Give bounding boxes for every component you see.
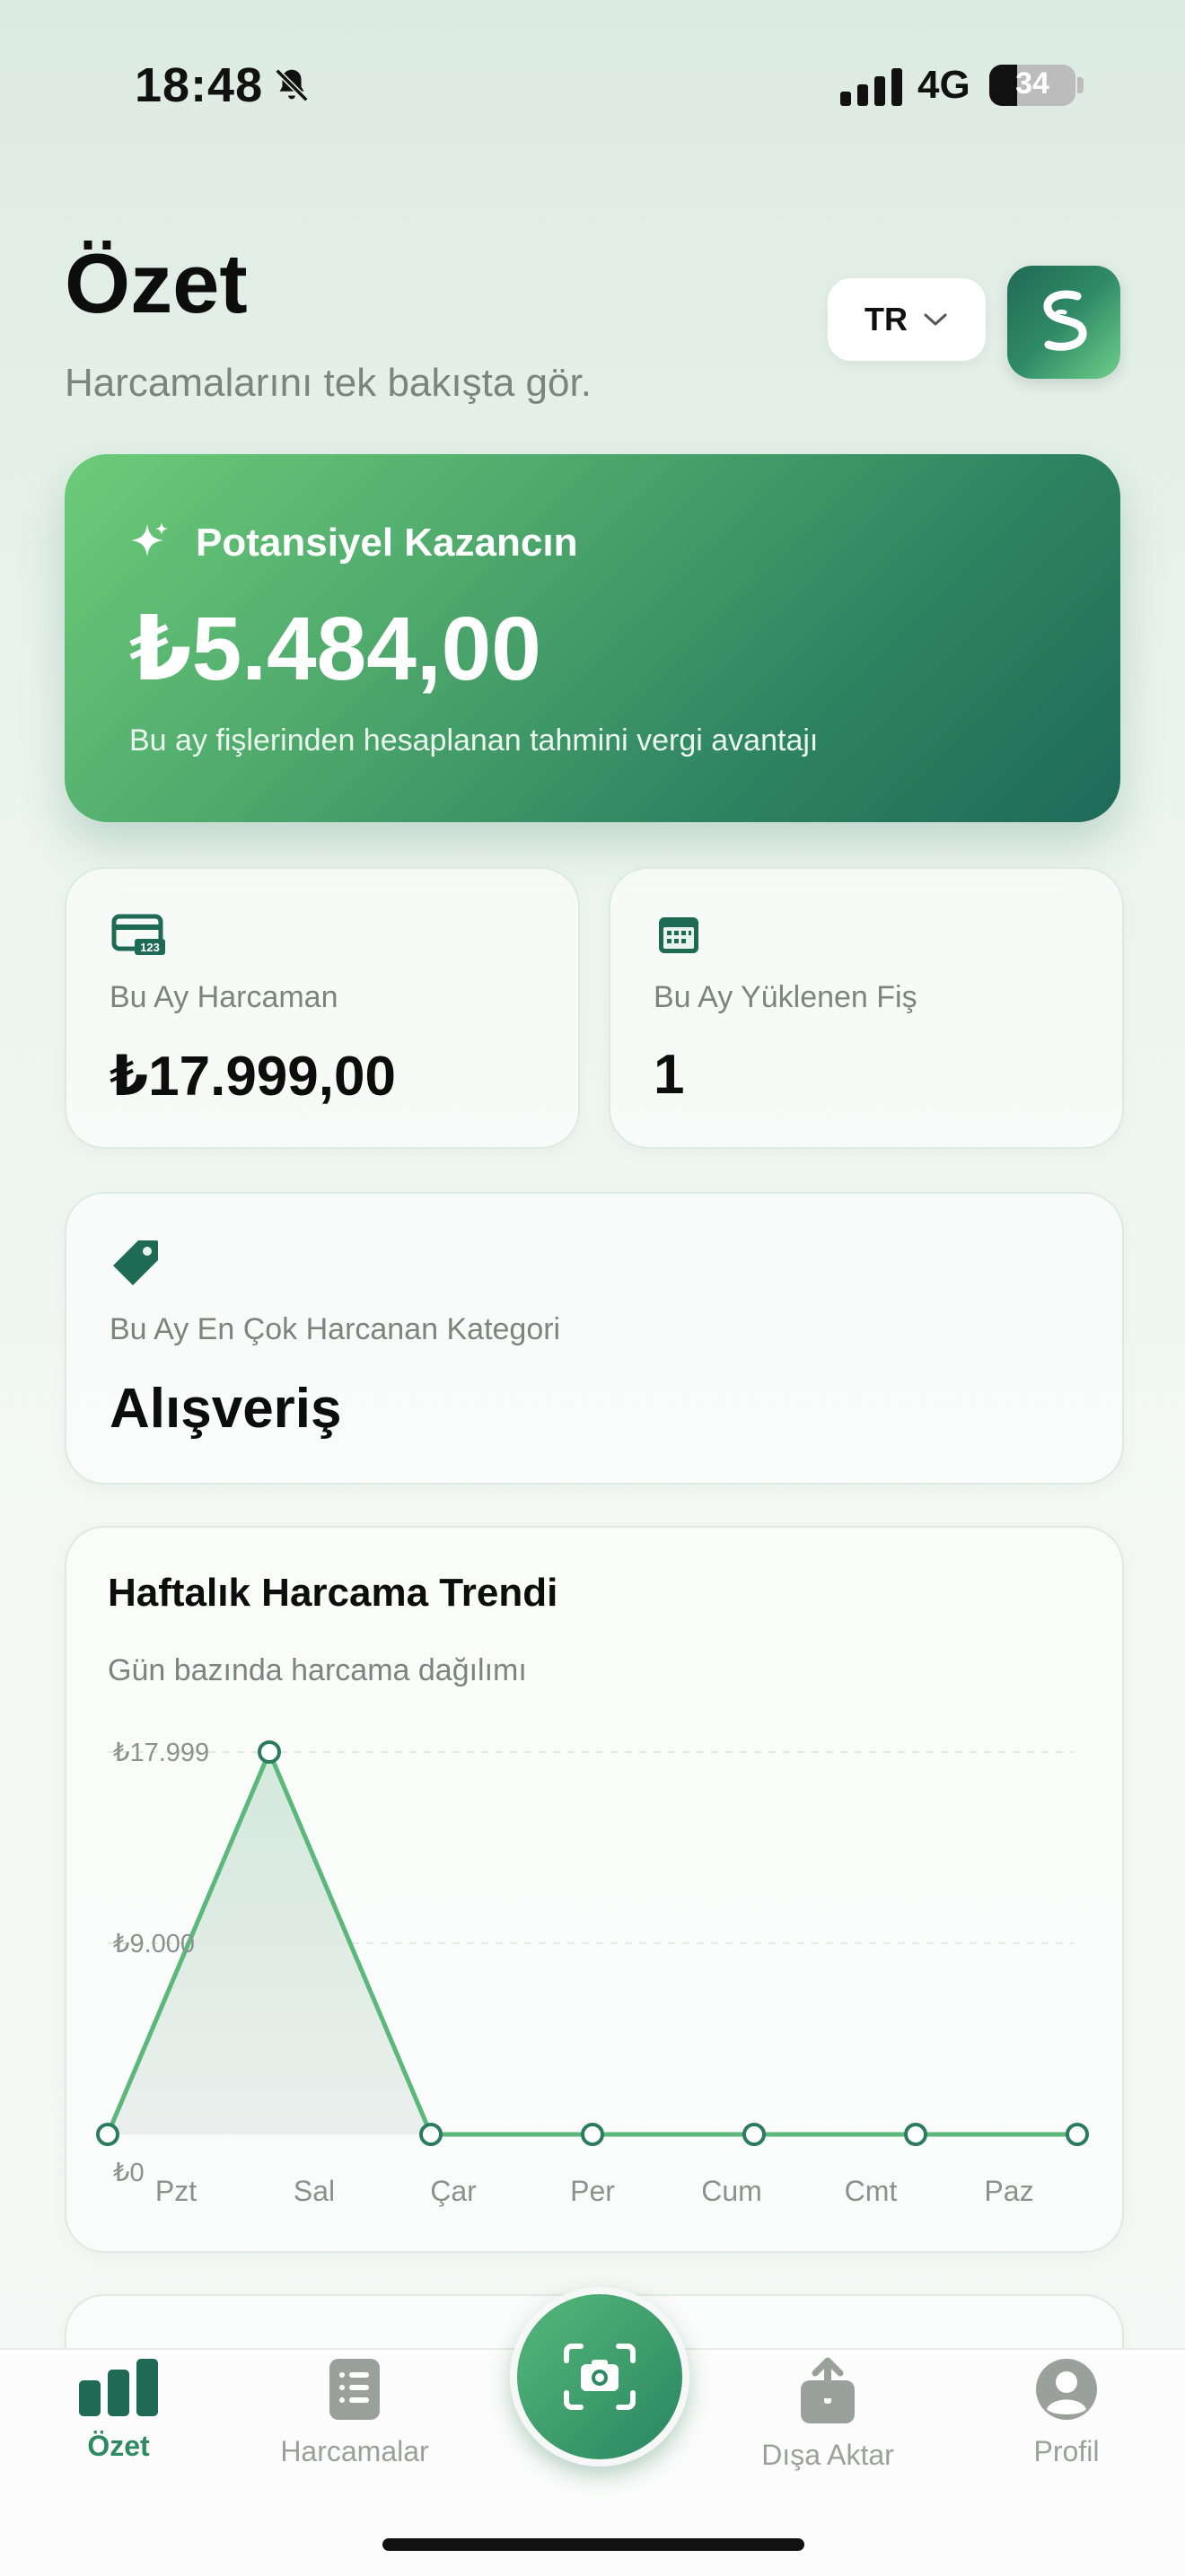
chart-x-tick: Per bbox=[570, 2175, 615, 2207]
chart-x-tick: Cmt bbox=[845, 2175, 898, 2207]
share-icon bbox=[801, 2357, 855, 2423]
tab-label: Profil bbox=[1033, 2435, 1100, 2467]
tab-label: Özet bbox=[87, 2430, 150, 2462]
tab-label: Harcamalar bbox=[280, 2435, 429, 2467]
chart-x-tick: Pzt bbox=[155, 2175, 197, 2207]
home-indicator bbox=[382, 2538, 804, 2551]
chart-x-tick: Paz bbox=[984, 2175, 1033, 2207]
bar-chart-icon bbox=[79, 2359, 158, 2416]
tab-disa-aktar[interactable]: Dışa Aktar bbox=[729, 2357, 926, 2472]
tab-profil[interactable]: Profil bbox=[968, 2357, 1165, 2468]
profile-icon bbox=[1036, 2359, 1097, 2420]
chart-x-tick: Sal bbox=[294, 2175, 335, 2207]
chart-y-tick: ₺0 bbox=[113, 2159, 145, 2187]
chart-point bbox=[742, 2123, 766, 2146]
chart-point bbox=[419, 2123, 443, 2146]
chart-x-tick: Cum bbox=[701, 2175, 762, 2207]
list-icon bbox=[329, 2359, 380, 2420]
chart-x-tick: Çar bbox=[430, 2175, 477, 2207]
weekly-trend-chart: ₺0 ₺9.000 ₺17.999 Pzt Sal Çar Per Cum Cmt Paz bbox=[96, 1739, 1089, 2207]
tab-ozet[interactable]: Özet bbox=[20, 2357, 217, 2463]
chart-point bbox=[904, 2123, 927, 2146]
chart-point bbox=[1066, 2123, 1089, 2146]
chart-point bbox=[96, 2123, 119, 2146]
tab-label: Dışa Aktar bbox=[761, 2439, 894, 2471]
chart-y-tick: ₺17.999 bbox=[113, 1739, 209, 1767]
scan-receipt-button[interactable] bbox=[510, 2287, 689, 2466]
chart-point bbox=[581, 2123, 604, 2146]
chart-y-tick: ₺9.000 bbox=[113, 1930, 195, 1958]
chart-point bbox=[258, 1740, 281, 1764]
tab-harcamalar[interactable]: Harcamalar bbox=[256, 2357, 453, 2468]
camera-scan-icon bbox=[564, 2344, 636, 2410]
